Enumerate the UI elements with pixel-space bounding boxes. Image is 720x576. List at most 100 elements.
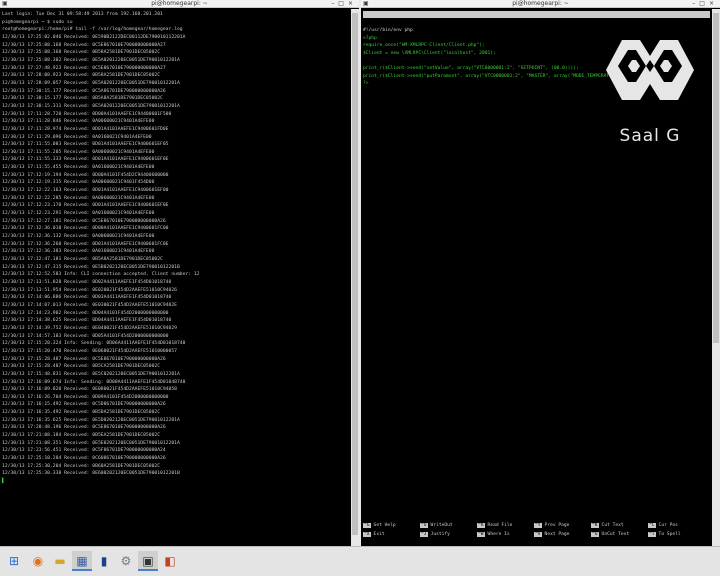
right-scrollbar[interactable] [712, 9, 720, 546]
shortcut-label: Read File [487, 523, 513, 528]
terminal-line: 12/30/13 17:11:28.974 Received: 0D01A410… [2, 126, 169, 132]
terminal-line: 12/30/13 17:20:48.196 Received: 0C5E8670… [2, 425, 166, 431]
terminal-line: 12/30/13 17:12:47.181 Received: 0B5A8A25… [2, 257, 163, 262]
putty-app-icon: ▣ [2, 0, 8, 7]
terminal-line: 12/30/13 17:14:07.013 Received: 0E030021… [2, 302, 177, 308]
shortcut-label: Get Help [373, 523, 396, 528]
left-window-title: pi@homegearpi: ~ [151, 0, 208, 7]
shortcut-key: ^U [591, 532, 599, 537]
shortcut-key: ^Y [534, 523, 542, 528]
powerpoint-icon[interactable]: ◧ [160, 551, 180, 571]
nano-shortcut: ^C Cur Pos [648, 522, 678, 530]
terminal-line: 12/30/13 17:14:06.886 Received: 0D03A441… [2, 295, 172, 301]
terminal-line: 12/30/13 17:30:15.177 Received: 0C5A8670… [2, 88, 166, 94]
nano-version: GNU nano 2.2.6 [371, 19, 410, 24]
terminal-line: 12/30/13 17:25:30.204 Received: 0B60A258… [2, 463, 161, 469]
terminal-line: 12/30/13 17:30:15.177 Received: 0B5A8A25… [2, 96, 163, 102]
network-app-icon[interactable]: ▦ [72, 551, 92, 571]
document-icon[interactable]: ▮ [94, 551, 114, 571]
terminal-line: 12/30/13 17:11:55.455 Received: 0A016000… [2, 165, 155, 171]
terminal-line: 12/30/13 17:15:48.831 Received: 0E5C0202… [2, 371, 180, 377]
taskbar: ⊞ ◉ ▬ ▦ ▮ ⚙ ▣ ◧ [0, 546, 720, 576]
terminal-line: 12/30/13 17:12:23.291 Received: 0A016000… [2, 211, 155, 217]
shortcut-label: Next Page [544, 532, 570, 537]
shortcut-label: Exit [373, 532, 385, 537]
terminal-line: 12/30/13 17:27:48.923 Received: 0C5E8670… [2, 65, 166, 71]
terminal-app-icon[interactable]: ▣ [138, 551, 158, 571]
terminal-line: 12/30/13 17:12:19.194 Received: 0D00A410… [2, 172, 169, 178]
shortcut-label: Cut Text [601, 523, 624, 528]
terminal-line: 12/30/13 17:14:38.625 Received: 0D04A441… [2, 318, 172, 324]
terminal-line: 12/30/13 17:25:10.204 Received: 0C608670… [2, 456, 166, 462]
shortcut-key: ^G [363, 523, 371, 528]
terminal-line: 12/30/13 17:28:08.923 Received: 0B58A258… [2, 73, 161, 79]
terminal-line: 12/30/13 17:13:51.954 Received: 0E020021… [2, 287, 177, 293]
terminal-line: 12/30/13 17:16:09.820 Received: 0E080021… [2, 387, 177, 393]
left-scrollbar[interactable] [351, 9, 359, 546]
terminal-line: 12/30/13 17:12:47.315 Received: 0E5B0202… [2, 264, 180, 270]
terminal-line: 12/30/13 17:14:57.183 Received: 0D05A410… [2, 333, 169, 339]
terminal-line: 12/30/13 17:15:20.324 Info: Sending: 0D0… [2, 341, 186, 347]
terminal-line: 12/30/13 17:15:28.487 Received: 0B5CA258… [2, 364, 161, 370]
shortcut-label: Where Is [487, 532, 510, 537]
terminal-line: pi@homegearpi ~ $ sudo su [2, 19, 73, 25]
nano-shortcut: ^K Cut Text [591, 522, 624, 530]
right-scrollbar-thumb[interactable] [713, 13, 719, 343]
nano-shortcut: ^U UnCut Text [591, 531, 629, 539]
left-scrollbar-thumb[interactable] [352, 13, 358, 535]
terminal-line: 12/30/13 17:11:55.333 Received: 0D01A410… [2, 157, 169, 163]
terminal-line: 12/30/13 17:15:28.487 Received: 0C5E8670… [2, 356, 166, 362]
window-controls[interactable]: –□× [692, 0, 718, 8]
terminal-line: 12/30/13 17:12:22.163 Received: 0D01A410… [2, 188, 169, 194]
terminal-line: 12/30/13 17:16:15.492 Received: 0C5D8670… [2, 402, 166, 408]
file-explorer-icon[interactable]: ▬ [50, 551, 70, 571]
shortcut-key: ^C [648, 523, 656, 528]
shortcut-label: Cur Pos [658, 523, 678, 528]
shortcut-label: To Spell [658, 532, 681, 537]
terminal-line: 12/30/13 17:11:55.205 Received: 0A006000… [2, 149, 155, 155]
shortcut-key: ^R [477, 523, 485, 528]
shortcut-key: ^O [420, 523, 428, 528]
left-terminal-output[interactable]: Last login: Tue Dec 31 09:58:49 2013 fro… [0, 9, 351, 546]
nano-shortcut-bar: ^G Get Help ^X Exit ^O WriteOut ^J Justify ^R Rea… [363, 522, 710, 540]
shortcut-key: ^V [534, 532, 542, 537]
right-terminal-window[interactable]: ▣ pi@homegearpi: ~ –□× GNU nano 2.2.6 Fi… [361, 0, 720, 546]
close-icon[interactable]: × [709, 0, 718, 7]
nano-shortcut: ^O WriteOut [420, 522, 453, 530]
terminal-line: 12/30/13 17:14:23.902 Received: 0D04A410… [2, 310, 169, 316]
logo-text: Saal G [619, 126, 681, 146]
terminal-line: 12/30/13 17:12:23.170 Received: 0D01A410… [2, 203, 169, 209]
shortcut-key: ^T [648, 532, 656, 537]
tool-icon[interactable]: ⚙ [116, 551, 136, 571]
terminal-line: 12/30/13 17:28:09.057 Received: 0E5A0201… [2, 80, 180, 86]
nano-shortcut: ^J Justify [420, 531, 450, 539]
maximize-icon[interactable]: □ [338, 0, 348, 7]
shortcut-key: ^K [591, 523, 599, 528]
terminal-line: 12/30/13 17:11:29.096 Received: 0A016002… [2, 134, 152, 140]
window-controls[interactable]: –□× [331, 0, 357, 8]
left-terminal-window[interactable]: ▣ pi@homegearpi: ~ –□× Last login: Tue D… [0, 0, 359, 546]
saal-g-logo: Saal G [602, 26, 698, 146]
terminal-line: 12/30/13 17:25:02.046 Received: 0E590B21… [2, 34, 186, 40]
terminal-line: 12/30/13 17:25:08.302 Received: 0E5A0201… [2, 57, 180, 63]
terminal-line: 12/30/13 17:12:52.583 Info: CLI connecti… [2, 272, 200, 278]
right-window-titlebar[interactable]: ▣ pi@homegearpi: ~ –□× [361, 0, 720, 8]
close-icon[interactable]: × [348, 0, 357, 7]
nano-shortcut: ^T To Spell [648, 531, 681, 539]
nano-shortcut: ^X Exit [363, 531, 385, 539]
terminal-line: 12/30/13 17:21:08.184 Received: 0B5EA258… [2, 433, 161, 439]
terminal-line: Last login: Tue Dec 31 09:58:49 2013 fro… [2, 12, 163, 17]
putty-app-icon: ▣ [363, 0, 369, 7]
firefox-icon[interactable]: ◉ [28, 551, 48, 571]
nano-header-bar: GNU nano 2.2.6 File: SetPoint.php [363, 11, 710, 31]
terminal-line: 12/30/13 17:25:30.338 Received: 0E600202… [2, 471, 180, 477]
terminal-line: 12/30/13 17:23:56.451 Received: 0C5F8670… [2, 448, 166, 454]
terminal-line: 12/30/13 17:12:19.315 Received: 0A006000… [2, 180, 155, 186]
windows-start-icon[interactable]: ⊞ [4, 551, 24, 571]
terminal-line: 12/30/13 17:12:36.132 Received: 0A006000… [2, 234, 155, 240]
terminal-line: 12/30/13 17:12:36.383 Received: 0A016000… [2, 249, 155, 255]
maximize-icon[interactable]: □ [699, 0, 709, 7]
terminal-line: 12/30/13 17:16:09.674 Info: Sending: 0D0… [2, 379, 186, 385]
left-window-titlebar[interactable]: ▣ pi@homegearpi: ~ –□× [0, 0, 359, 8]
shortcut-key: ^J [420, 532, 428, 537]
